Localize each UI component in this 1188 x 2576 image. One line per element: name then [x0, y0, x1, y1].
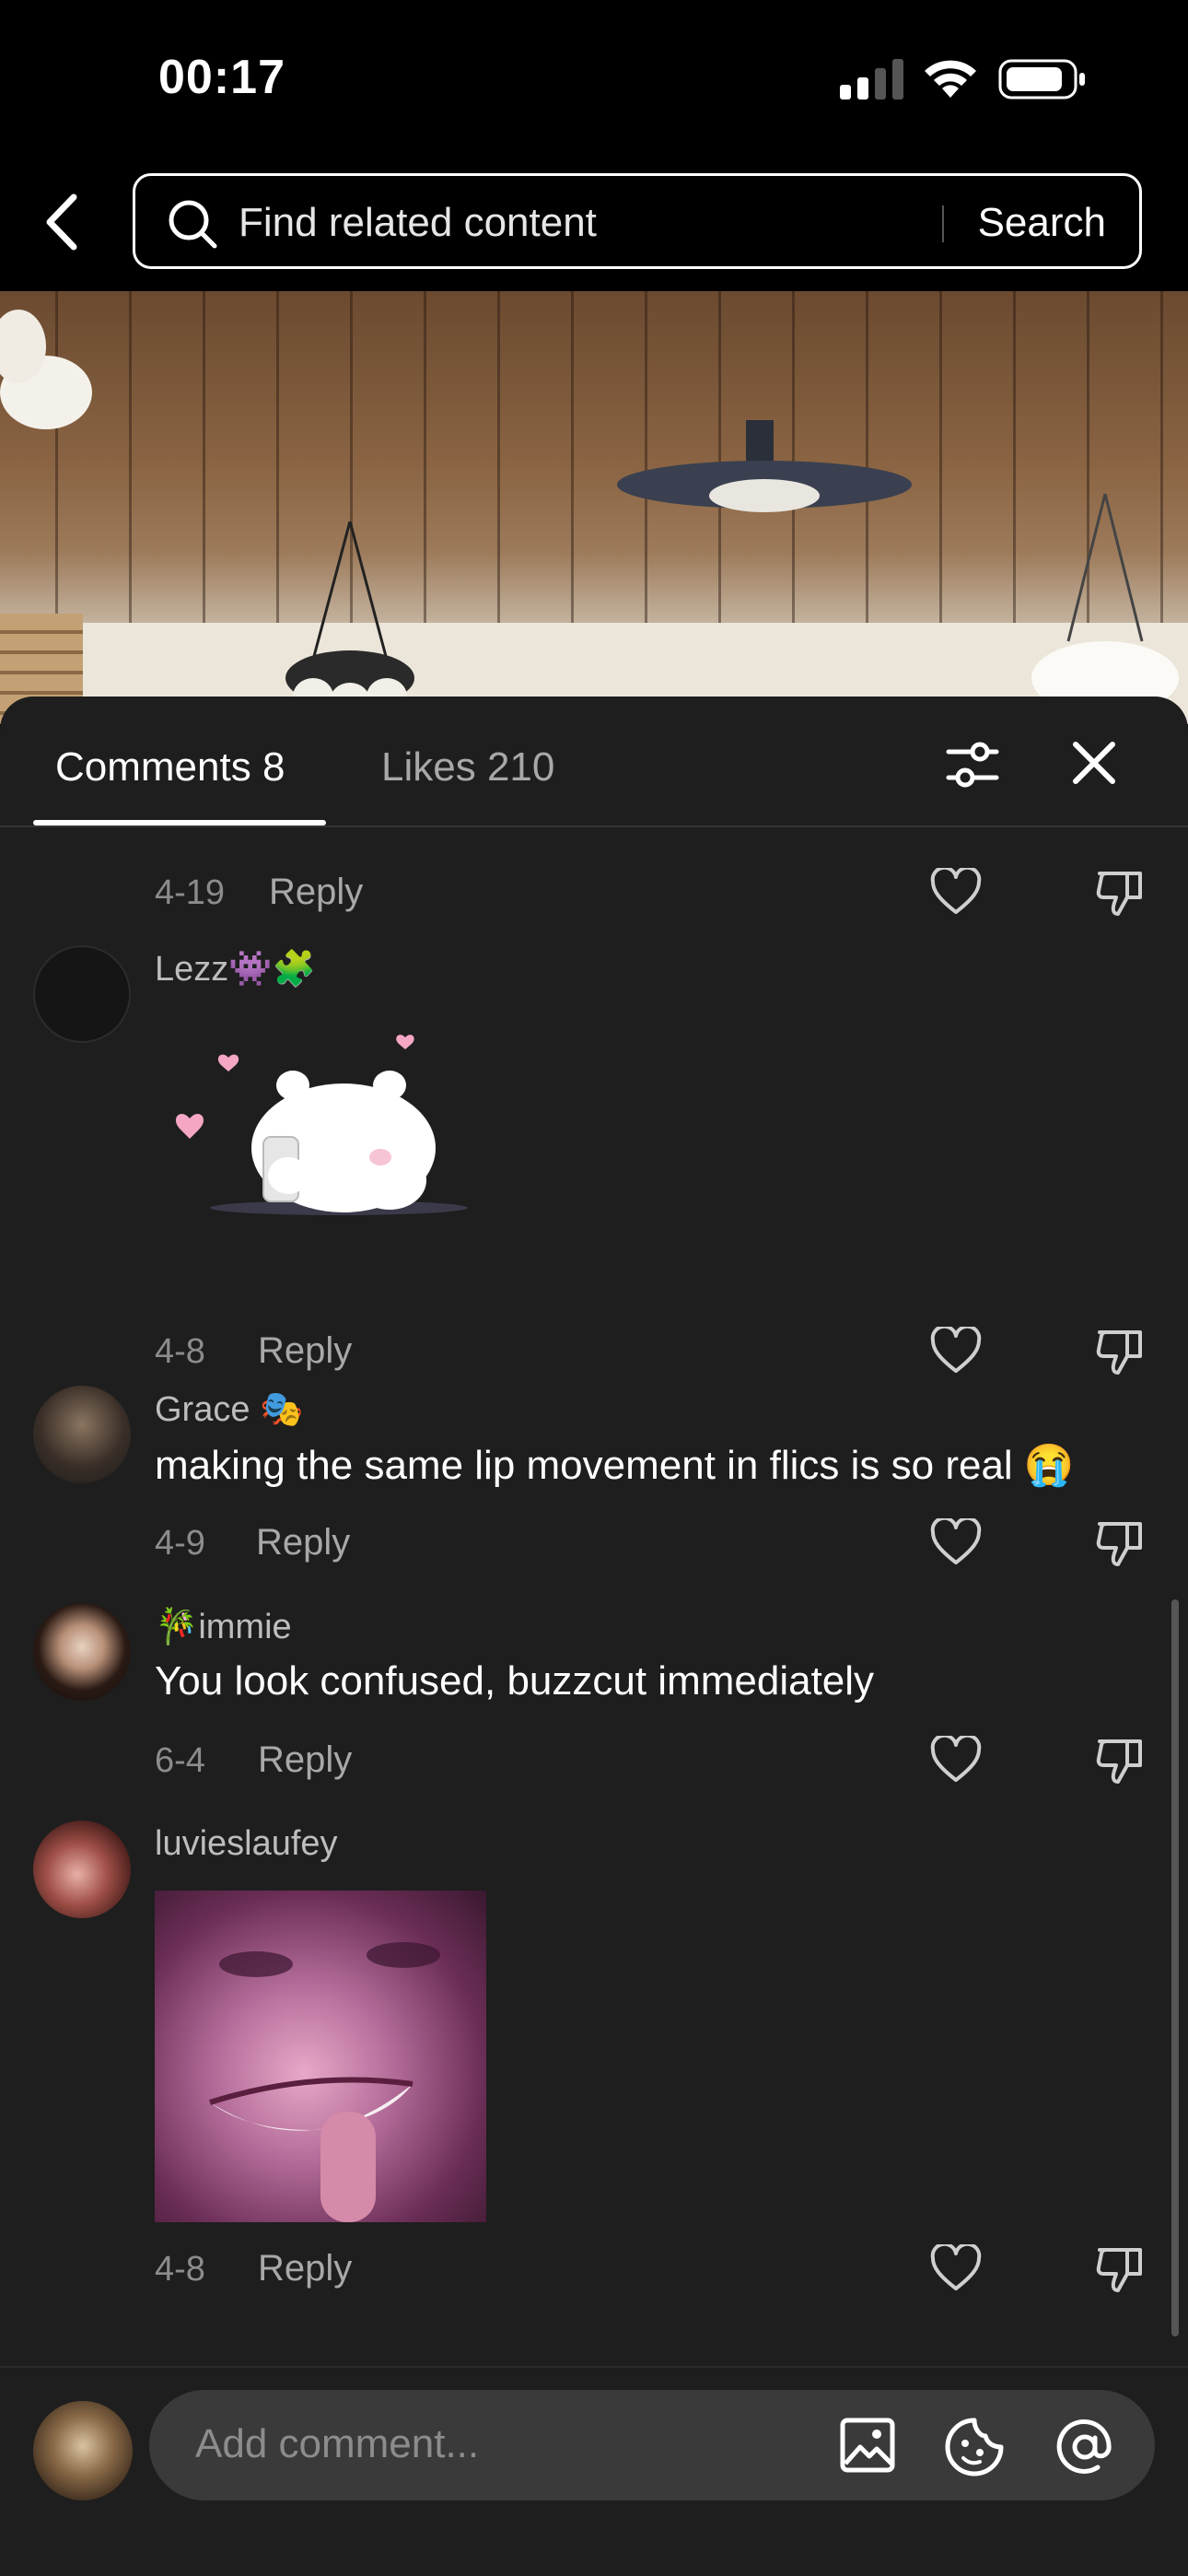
heart-icon[interactable] [930, 1518, 982, 1566]
chandelier-image [285, 521, 414, 720]
comment-photo[interactable] [155, 1891, 486, 2222]
comment-date: 6-4 [155, 1741, 205, 1780]
filter-icon[interactable] [943, 735, 1002, 794]
sticker-icon[interactable] [943, 2416, 1006, 2478]
search-input[interactable]: Find related content [239, 200, 597, 246]
comment-item: 🎋immie You look confused, buzzcut immedi… [0, 1603, 1188, 1815]
comments-sheet: Comments 8 Likes 210 4-19 Reply Lezz👾🧩 4… [0, 697, 1188, 2576]
heart-icon[interactable] [930, 1327, 982, 1375]
status-time: 00:17 [158, 51, 285, 104]
comment-item: 4-19 Reply [0, 825, 1188, 918]
dislike-icon[interactable] [1094, 1734, 1146, 1786]
wifi-icon [925, 60, 976, 98]
comment-item: Lezz👾🧩 4-8 Reply [0, 945, 1188, 1406]
heart-icon[interactable] [930, 1736, 982, 1784]
reply-button[interactable]: Reply [258, 1330, 352, 1372]
search-button[interactable]: Search [978, 200, 1106, 246]
cellular-signal-icon [840, 59, 903, 100]
heart-icon[interactable] [930, 868, 982, 916]
search-bar[interactable]: Find related content Search [133, 173, 1142, 269]
avatar[interactable] [33, 945, 131, 1043]
ceiling-fan-image [617, 420, 912, 512]
comment-username[interactable]: Grace 🎭 [155, 1389, 303, 1430]
comment-username[interactable]: luvieslaufey [155, 1824, 338, 1864]
comment-date: 4-8 [155, 1332, 205, 1371]
chandelier-image [1031, 494, 1179, 715]
scrollbar[interactable] [1171, 1599, 1179, 2336]
comment-username[interactable]: Lezz👾🧩 [155, 949, 316, 989]
comment-input-placeholder[interactable]: Add comment... [195, 2421, 479, 2467]
avatar[interactable] [33, 1386, 131, 1483]
comment-date: 4-19 [155, 873, 226, 912]
search-divider [942, 205, 944, 242]
reply-button[interactable]: Reply [256, 1522, 350, 1563]
comment-tabs: Comments 8 Likes 210 [0, 697, 1188, 827]
reply-button[interactable]: Reply [269, 872, 363, 913]
sticker-image [175, 1035, 468, 1215]
my-avatar[interactable] [33, 2401, 133, 2500]
mention-icon[interactable] [1054, 2416, 1116, 2478]
reply-button[interactable]: Reply [258, 2248, 352, 2289]
lamp-image [0, 310, 92, 429]
back-arrow-icon[interactable] [37, 190, 88, 254]
close-icon[interactable] [1068, 737, 1120, 789]
image-icon[interactable] [838, 2416, 897, 2475]
status-bar: 00:17 [0, 0, 1188, 166]
battery-icon [998, 59, 1085, 100]
comment-composer: Add comment... [0, 2366, 1188, 2576]
comment-input[interactable]: Add comment... [149, 2390, 1155, 2500]
comment-username[interactable]: 🎋immie [155, 1607, 292, 1647]
comment-item: Grace 🎭 making the same lip movement in … [0, 1386, 1188, 1598]
avatar[interactable] [33, 1603, 131, 1701]
dislike-icon[interactable] [1094, 866, 1146, 918]
dislike-icon[interactable] [1094, 1516, 1146, 1568]
dislike-icon[interactable] [1094, 2242, 1146, 2294]
photo-content [209, 1942, 440, 2222]
reply-button[interactable]: Reply [258, 1739, 352, 1781]
heart-icon[interactable] [930, 2244, 982, 2292]
comment-text: You look confused, buzzcut immediately [155, 1658, 875, 1704]
search-icon [169, 200, 217, 249]
tab-comments[interactable]: Comments 8 [55, 744, 285, 790]
comment-item: luvieslaufey 4-8 Reply [0, 1821, 1188, 2336]
comment-date: 4-9 [155, 1524, 205, 1563]
tab-likes[interactable]: Likes 210 [381, 744, 554, 790]
comment-date: 4-8 [155, 2250, 205, 2289]
dislike-icon[interactable] [1094, 1325, 1146, 1376]
comment-text: making the same lip movement in flics is… [155, 1443, 1075, 1488]
avatar[interactable] [33, 1821, 131, 1918]
video-preview[interactable] [0, 291, 1188, 724]
